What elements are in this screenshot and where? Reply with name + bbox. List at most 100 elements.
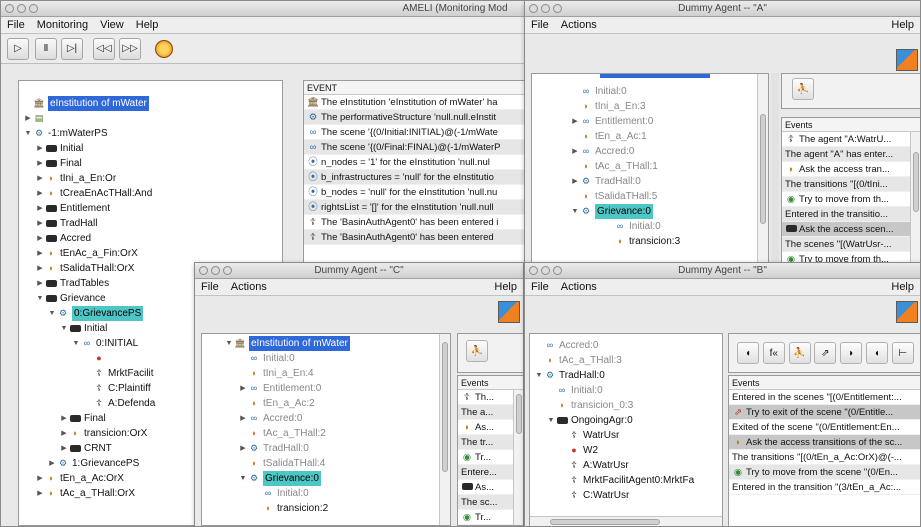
agent-b-events-pane[interactable]: Events Entered in the scenes "[(0/Entitl… bbox=[728, 375, 920, 526]
collapse-toggle-icon[interactable]: ▼ bbox=[71, 336, 81, 351]
expand-toggle-icon[interactable]: ▶ bbox=[570, 144, 580, 159]
menu-help[interactable]: Help bbox=[885, 19, 920, 31]
tree-node[interactable]: ▶ ▤ bbox=[19, 111, 279, 126]
agent-a-tree-scrollbar[interactable] bbox=[757, 74, 768, 262]
window-controls[interactable] bbox=[529, 4, 562, 13]
scroll-thumb[interactable] bbox=[913, 152, 919, 212]
menu-actions[interactable]: Actions bbox=[225, 281, 273, 293]
agent-b-tree-hscrollbar[interactable] bbox=[530, 516, 722, 526]
tree-node[interactable]: ▶ ⚙ TradHall:0 bbox=[220, 441, 438, 456]
agent-c-events-header[interactable]: Events bbox=[458, 376, 523, 390]
menu-file[interactable]: File bbox=[195, 281, 225, 293]
menu-help[interactable]: Help bbox=[130, 19, 165, 31]
close-button[interactable] bbox=[5, 4, 14, 13]
tree-node[interactable]: ∞ Initial:0 bbox=[220, 351, 438, 366]
agent-a-tree[interactable]: ∞ Initial:0 ◗ tIni_a_En:3 ▶ ∞ Entitlement:0 ◗ tE… bbox=[532, 84, 758, 249]
tree-node[interactable]: 🏛 eInstitution of mWater bbox=[19, 96, 279, 111]
collapse-toggle-icon[interactable]: ▼ bbox=[23, 126, 33, 141]
event-row[interactable]: ◉ Try to move from the scene "(0/En... bbox=[729, 465, 920, 480]
tree-node[interactable]: ▶ ⚙ TradHall:0 bbox=[532, 174, 758, 189]
tree-node[interactable]: ☦ MrktFacilitAgent0:MrktFa bbox=[530, 473, 720, 488]
expand-toggle-icon[interactable]: ▶ bbox=[35, 276, 45, 291]
expand-toggle-icon[interactable]: ▶ bbox=[35, 171, 45, 186]
bubble-button[interactable]: ◖ bbox=[865, 342, 888, 364]
event-row[interactable]: 🏛 The eInstitution 'eInstitution of mWate… bbox=[304, 95, 529, 110]
tree-node[interactable]: ▶ Final bbox=[19, 156, 279, 171]
tree-node[interactable]: ▼ ⚙ Grievance:0 bbox=[532, 204, 758, 219]
tree-node[interactable]: ◗ transicion_0:3 bbox=[530, 398, 720, 413]
close-button[interactable] bbox=[199, 266, 208, 275]
tree-node[interactable]: ◗ transicion:2 bbox=[220, 501, 438, 516]
tree-node[interactable]: ▶ TradHall bbox=[19, 216, 279, 231]
event-row[interactable]: Entered in the scenes "[(0/Entitlement:.… bbox=[729, 390, 920, 405]
menu-actions[interactable]: Actions bbox=[555, 281, 603, 293]
agent-c-events-scrollbar[interactable] bbox=[513, 390, 523, 525]
menu-file[interactable]: File bbox=[525, 281, 555, 293]
expand-toggle-icon[interactable]: ▶ bbox=[35, 231, 45, 246]
tree-node[interactable]: ◗ tAc_a_THall:3 bbox=[530, 353, 720, 368]
event-row[interactable]: ◉ Tr... bbox=[458, 510, 514, 525]
tree-node[interactable]: ▶ Initial bbox=[19, 141, 279, 156]
tree-node[interactable]: ▶ ∞ Entitlement:0 bbox=[220, 381, 438, 396]
event-row[interactable]: ⦿ b_infrastructures = 'null' for the eIns… bbox=[304, 170, 529, 185]
event-row[interactable]: Entered in the transitio... bbox=[782, 207, 910, 222]
tree-node[interactable]: ▼ ⚙ -1:mWaterPS bbox=[19, 126, 279, 141]
agent-b-tree-pane[interactable]: ∞ Accred:0 ◗ tAc_a_THall:3 ▼ ⚙ TradHall:0 ∞ Init… bbox=[529, 333, 723, 526]
step-button[interactable]: ▷| bbox=[61, 37, 83, 60]
event-row[interactable]: ⚙ The performativeStructure 'null.null.eI… bbox=[304, 110, 529, 125]
tree-node[interactable]: ∞ Accred:0 bbox=[530, 338, 720, 353]
agent-c-tree-scrollbar[interactable] bbox=[439, 334, 450, 525]
collapse-toggle-icon[interactable]: ▼ bbox=[238, 471, 248, 486]
pause-button[interactable]: Ⅱ bbox=[35, 37, 57, 60]
tree-node[interactable]: ▼ OngoingAgr:0 bbox=[530, 413, 720, 428]
tree-node[interactable]: ◗ tAc_a_THall:1 bbox=[532, 159, 758, 174]
event-row[interactable]: ⦿ rightsList = '[]' for the eInstitution … bbox=[304, 200, 529, 215]
clock-button[interactable] bbox=[155, 39, 173, 58]
window-controls[interactable] bbox=[199, 266, 232, 275]
more-button[interactable]: ⊢ bbox=[891, 342, 914, 364]
scroll-thumb[interactable] bbox=[760, 114, 766, 224]
tree-node[interactable]: ◗ transicion:3 bbox=[532, 234, 758, 249]
close-button[interactable] bbox=[529, 4, 538, 13]
event-row[interactable]: ∞ The scene '{(0/Initial:INITIAL)@(-1/mWa… bbox=[304, 125, 529, 140]
event-row[interactable]: ☦ Th... bbox=[458, 390, 514, 405]
tree-node[interactable]: ▼ ⚙ TradHall:0 bbox=[530, 368, 720, 383]
tree-node[interactable]: ◗ tEn_a_Ac:1 bbox=[532, 129, 758, 144]
event-row[interactable]: ⦿ b_nodes = 'null' for the eInstitution '… bbox=[304, 185, 529, 200]
scroll-thumb[interactable] bbox=[442, 342, 448, 472]
tree-node[interactable]: ∞ Initial:0 bbox=[220, 486, 438, 501]
agent-b-event-list[interactable]: Entered in the scenes "[(0/Entitlement:.… bbox=[729, 390, 920, 495]
menu-view[interactable]: View bbox=[94, 19, 130, 31]
tree-node[interactable]: ▶ ∞ Accred:0 bbox=[220, 411, 438, 426]
tree-node[interactable]: ◗ tSalidaTHall:5 bbox=[532, 189, 758, 204]
event-row[interactable]: ◉ Tr... bbox=[458, 450, 514, 465]
minimize-button[interactable] bbox=[17, 4, 26, 13]
expand-toggle-icon[interactable]: ▶ bbox=[35, 261, 45, 276]
event-row[interactable]: ◗ Ask the access tran... bbox=[782, 162, 910, 177]
tree-node[interactable]: ☦ C:WatrUsr bbox=[530, 488, 720, 503]
window-controls[interactable] bbox=[529, 266, 562, 275]
expand-toggle-icon[interactable]: ▶ bbox=[59, 441, 69, 456]
tree-node[interactable]: ◗ tSalidaTHall:4 bbox=[220, 456, 438, 471]
agent-a-tree-pane[interactable]: ∞ Initial:0 ◗ tIni_a_En:3 ▶ ∞ Entitlement:0 ◗ tE… bbox=[531, 73, 769, 263]
move-action-button[interactable]: ⛹ bbox=[788, 342, 811, 364]
event-row[interactable]: The tr... bbox=[458, 435, 514, 450]
agent-a-event-list[interactable]: ☦ The agent "A:WatrU... The agent "A" has … bbox=[782, 132, 910, 262]
minimize-button[interactable] bbox=[211, 266, 220, 275]
collapse-toggle-icon[interactable]: ▼ bbox=[534, 368, 544, 383]
exit-button[interactable]: ⇗ bbox=[814, 342, 837, 364]
collapse-toggle-icon[interactable]: ▼ bbox=[224, 336, 234, 351]
event-row[interactable]: Entere... bbox=[458, 465, 514, 480]
rewind-button[interactable]: ◁◁ bbox=[93, 37, 115, 60]
minimize-button[interactable] bbox=[541, 4, 550, 13]
expand-toggle-icon[interactable]: ▶ bbox=[35, 486, 45, 501]
zoom-button[interactable] bbox=[29, 4, 38, 13]
agent-c-tree[interactable]: ▼ 🏛 eInstitution of mWater ∞ Initial:0 ◗ tIni_… bbox=[220, 336, 438, 516]
event-row[interactable]: Ask the access scen... bbox=[782, 222, 910, 237]
scroll-thumb[interactable] bbox=[550, 519, 660, 525]
expand-toggle-icon[interactable]: ▶ bbox=[35, 201, 45, 216]
expand-toggle-icon[interactable]: ▶ bbox=[35, 246, 45, 261]
agent-c-events-pane[interactable]: Events ☦ Th... The a... ◗ As... The tr... ◉ Tr.… bbox=[457, 375, 523, 526]
zoom-button[interactable] bbox=[553, 266, 562, 275]
expand-toggle-icon[interactable]: ▶ bbox=[570, 174, 580, 189]
